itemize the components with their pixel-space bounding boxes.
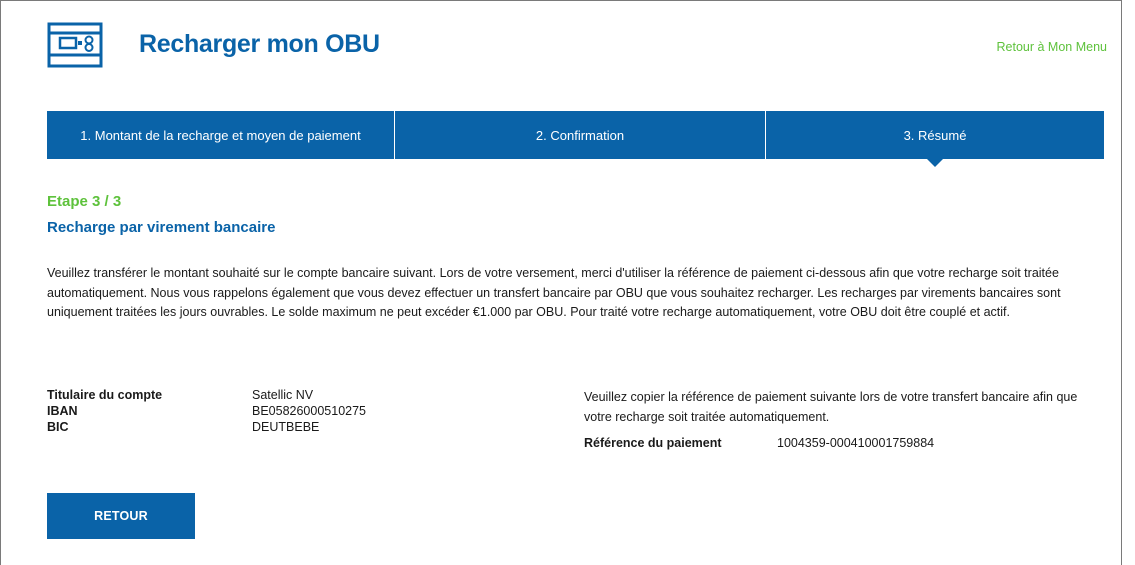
section-subtitle: Recharge par virement bancaire xyxy=(47,219,276,236)
step-indicator: Etape 3 / 3 xyxy=(47,193,122,210)
reference-instruction: Veuillez copier la référence de paiement… xyxy=(584,390,1078,424)
reference-row: Référence du paiement 1004359-0004100017… xyxy=(584,436,1104,450)
step-amount-payment: 1. Montant de la recharge et moyen de pa… xyxy=(47,111,395,159)
reference-label: Référence du paiement xyxy=(584,436,722,450)
page-header: Recharger mon OBU Retour à Mon Menu xyxy=(47,16,1107,71)
obu-device-icon xyxy=(47,22,103,68)
payment-reference-block: Veuillez copier la référence de paiement… xyxy=(584,387,1104,450)
back-button[interactable]: RETOUR xyxy=(47,493,195,539)
account-holder-label: Titulaire du compte xyxy=(47,388,163,402)
iban-label: IBAN xyxy=(47,404,78,418)
step-summary: 3. Résumé xyxy=(766,111,1104,167)
account-holder-row: Titulaire du compte Satellic NV xyxy=(47,387,366,403)
bic-value: DEUTBEBE xyxy=(252,420,320,434)
step-label: 2. Confirmation xyxy=(535,127,625,143)
step-progress-bar: 1. Montant de la recharge et moyen de pa… xyxy=(47,111,1104,167)
bank-account-details: Titulaire du compte Satellic NV IBAN BE0… xyxy=(47,387,366,435)
instructions-paragraph: Veuillez transférer le montant souhaité … xyxy=(47,266,1061,319)
step-confirmation: 2. Confirmation xyxy=(395,111,766,159)
back-to-menu-link[interactable]: Retour à Mon Menu xyxy=(997,40,1107,54)
step-label: 3. Résumé xyxy=(903,127,967,143)
account-holder-value: Satellic NV xyxy=(252,388,314,402)
iban-value: BE05826000510275 xyxy=(252,404,367,418)
bic-row: BIC DEUTBEBE xyxy=(47,419,366,435)
page-title: Recharger mon OBU xyxy=(139,30,380,58)
step-label: 1. Montant de la recharge et moyen de pa… xyxy=(80,127,361,143)
bic-label: BIC xyxy=(47,420,69,434)
iban-row: IBAN BE05826000510275 xyxy=(47,403,366,419)
active-step-caret-icon xyxy=(927,159,943,167)
reference-value: 1004359-000410001759884 xyxy=(777,436,935,450)
